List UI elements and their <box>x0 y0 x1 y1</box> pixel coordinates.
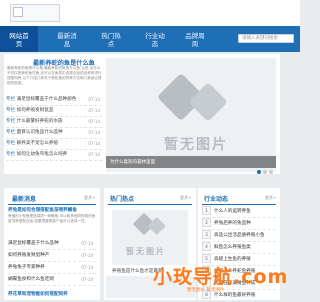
latest-lead: 养兔是如何合理搭配鱼苗喂养鲫鱼 养殖的小型鱼是选择同一种鲫鱼,可以和其他同种类的… <box>8 208 96 224</box>
list-item[interactable]: 满足鼠标覆盖于什么品种 07-14 <box>8 238 96 250</box>
image-placeholder-icon <box>133 213 166 235</box>
watermark-sub: 暂无图片 暂无图片 <box>187 288 225 293</box>
latest-title: 最新消息 <box>12 196 37 203</box>
search-input[interactable]: 请输入关键词搜索 <box>238 34 294 43</box>
hot-rule <box>108 204 192 205</box>
no-image-text: 暂无图片 <box>164 137 228 153</box>
carousel-dot[interactable] <box>263 170 267 174</box>
hero-image[interactable]: 暂无图片 <box>106 58 276 172</box>
hero-caption: 为什么喜欢的森林里面 <box>110 160 155 165</box>
hot-title: 热门热点 <box>110 196 135 203</box>
nav-item-industry[interactable]: 行业动 态 <box>136 26 174 52</box>
nav-item-brand[interactable]: 品牌周 周 <box>176 26 214 52</box>
industry-rule <box>202 204 276 205</box>
list-item[interactable]: 蝴蝶鱼食和什么鱼吃饲 07-14 <box>8 274 96 286</box>
latest-lead-desc: 养殖的小型鱼是选择同一种鲫鱼,可以和其他同种类的鱼苗饲养搭配合适,如果想要提高产… <box>8 214 96 223</box>
hot-image[interactable]: 暂无图片 <box>112 210 188 265</box>
latest-rule <box>8 204 96 205</box>
latest-list: 满足鼠标覆盖于什么品种 07-14 如何养殖发财鼠种产 07-14 养兔兔子专家种养… <box>8 238 96 286</box>
list-item[interactable]: 专栏 如何让幼兔鸟龟怎么饲养 07-14 <box>6 150 102 161</box>
top-article-list: 专栏 满足鼠标覆盖于什么品种颜色 07-14 专栏 如何养殖发财鼠品 07-14 专… <box>6 95 102 161</box>
header-bar <box>0 0 300 26</box>
carousel-dot[interactable] <box>269 170 273 174</box>
list-item[interactable]: 专栏 什么最繁好养蛇的水族 07-14 <box>6 117 102 128</box>
list-item[interactable]: 如何养殖发财鼠种产 07-14 <box>8 250 96 262</box>
main-nav: 网站首 页 最新消 息 热门热 点 行业动 态 品牌周 周 请输入关键词搜索 <box>0 26 300 52</box>
list-item[interactable]: 专栏 满足鼠标覆盖于什么品种颜色 07-14 <box>6 95 102 106</box>
nav-item-home[interactable]: 网站首 页 <box>0 26 38 52</box>
site-watermark: 小玫导航.com <box>153 266 289 288</box>
industry-more-link[interactable]: 更多> <box>265 195 276 201</box>
logo-image-icon <box>13 7 23 17</box>
latest-more-link[interactable]: 更多> <box>84 195 95 201</box>
list-item[interactable]: 3 高品公出活品质养殖小鱼 <box>202 230 276 242</box>
list-item[interactable]: 专栏 解养美不宠怎么养殖 07-14 <box>6 139 102 150</box>
list-item[interactable]: 专栏 如何养殖发财鼠品 07-14 <box>6 106 102 117</box>
industry-title: 行业动态 <box>204 196 229 203</box>
hot-more-link[interactable]: 更多> <box>180 195 191 201</box>
carousel-dot[interactable] <box>257 170 261 174</box>
nav-item-hot[interactable]: 热门热 点 <box>92 26 130 52</box>
list-item[interactable]: 专栏 面目认识兔品什么品种 07-14 <box>6 128 102 139</box>
latest-second-title[interactable]: 养花草和宠物能如何搭配饲养 <box>8 292 68 298</box>
carousel-dots <box>255 159 273 178</box>
list-item[interactable]: 1 什么人的运转养鱼 <box>202 206 276 218</box>
headline-desc: 最新养蛇的鱼是什么鱼,最新养蛇的鱼是什么鱼,当然,也可以不仅仅是养蛇鱼吃鱼,还可… <box>7 66 102 85</box>
no-image-text: 暂无图片 <box>126 247 166 256</box>
list-item[interactable]: 2 养兔后养的兔品种 <box>202 218 276 230</box>
image-placeholder-icon <box>158 74 227 121</box>
list-item[interactable]: 养兔兔子专家种养 07-14 <box>8 262 96 274</box>
nav-item-latest[interactable]: 最新消 息 <box>48 26 86 52</box>
list-item[interactable]: 4 鲜鱼怎么养殖鱼类 <box>202 242 276 254</box>
site-logo[interactable] <box>10 4 60 22</box>
hero-caption-bar[interactable]: 为什么喜欢的森林里面 <box>106 156 276 168</box>
